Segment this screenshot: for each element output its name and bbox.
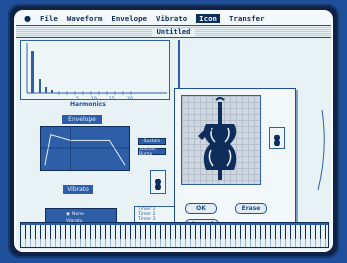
- screen: ● File Waveform Envelope Vibrato Icon Tr…: [14, 10, 333, 252]
- piano-keyboard[interactable]: [20, 222, 329, 248]
- cello-thumbnail-icon: [269, 127, 285, 149]
- erase-button[interactable]: Erase: [235, 203, 267, 214]
- window-title: Untitled: [151, 27, 196, 36]
- harmonics-graph[interactable]: 5 10 15 20: [20, 40, 170, 102]
- envelope-label: Envelope: [62, 115, 102, 124]
- menu-vibrato[interactable]: Vibrato: [156, 14, 187, 23]
- envelope-plot: [41, 127, 129, 170]
- menu-waveform[interactable]: Waveform: [67, 14, 103, 23]
- mouse-pointer-icon: [159, 250, 165, 252]
- envelope-editor[interactable]: [40, 126, 130, 171]
- sustain-button[interactable]: Sustain: [138, 138, 166, 145]
- icon-editor-dialog: OK Erase Cancel: [174, 88, 296, 234]
- piano-keys[interactable]: [21, 225, 328, 247]
- cello-icon-thumb: [274, 130, 280, 146]
- menu-bar: ● File Waveform Envelope Vibrato Icon Tr…: [16, 12, 331, 26]
- ok-button[interactable]: OK: [185, 203, 217, 214]
- harmonics-label: Harmonics: [70, 101, 106, 108]
- window-title-bar[interactable]: Untitled: [16, 26, 331, 38]
- sustain-bump-button[interactable]: Sustain Bump: [138, 147, 166, 157]
- menu-file[interactable]: File: [40, 14, 58, 23]
- apple-icon[interactable]: ●: [24, 14, 31, 23]
- option-none[interactable]: None: [66, 212, 84, 217]
- menu-icon[interactable]: Icon: [196, 14, 220, 23]
- vibrato-label: Vibrato: [63, 185, 93, 194]
- tick-20: 20: [127, 96, 133, 101]
- left-panel: 5 10 15 20 Harmonics Envelope Sustain Su…: [20, 40, 180, 234]
- harmonics-plot: 5 10 15 20: [26, 43, 167, 102]
- icon-editor-grid[interactable]: [181, 95, 261, 185]
- menu-transfer[interactable]: Transfer: [229, 14, 265, 23]
- cello-icon-small[interactable]: [150, 170, 166, 194]
- tick-15: 15: [109, 96, 115, 101]
- cello-large-icon: [198, 97, 237, 180]
- menu-envelope[interactable]: Envelope: [111, 14, 147, 23]
- cello-icon: [155, 174, 161, 190]
